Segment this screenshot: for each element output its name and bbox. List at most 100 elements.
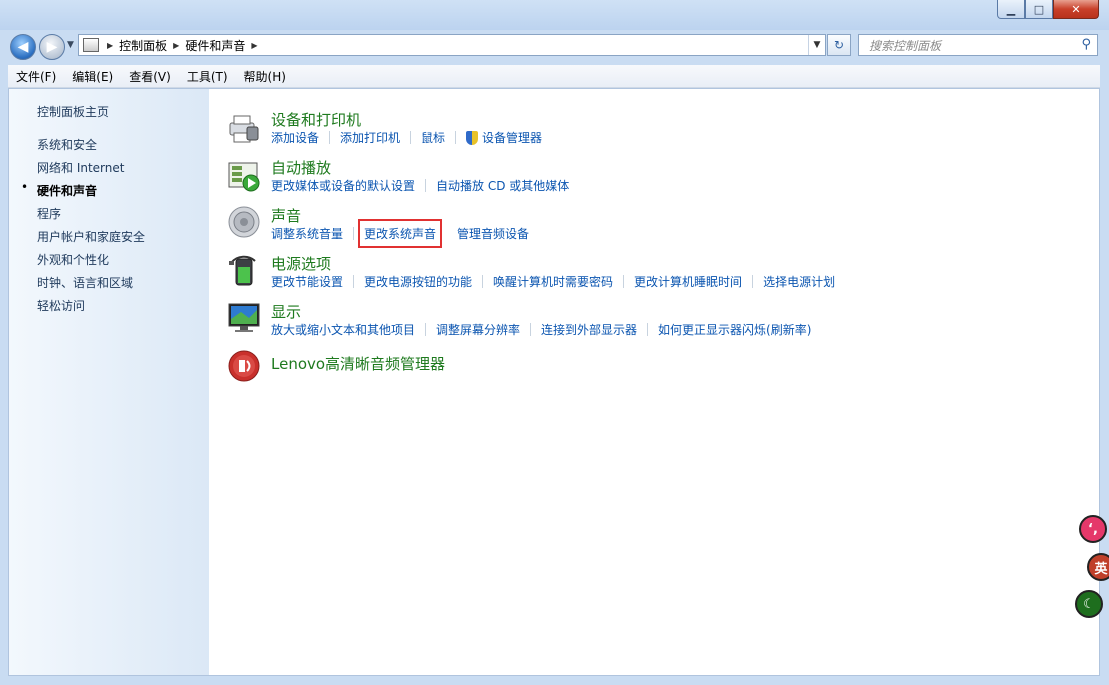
printer-icon[interactable] <box>227 111 261 145</box>
minimize-button[interactable]: ▁ <box>997 0 1025 19</box>
link-separator <box>425 323 427 336</box>
category-title-autoplay[interactable]: 自动播放 <box>271 157 331 178</box>
maximize-button[interactable]: □ <box>1025 0 1053 19</box>
quote-icon: ‘, <box>1088 521 1098 537</box>
sidebar-item-ease-of-access[interactable]: 轻松访问 <box>37 297 85 314</box>
link-separator <box>752 275 754 288</box>
category-links-devices-printers: 添加设备 添加打印机 鼠标 设备管理器 <box>271 129 542 146</box>
link-device-manager[interactable]: 设备管理器 <box>482 129 542 146</box>
ime-label: 英 <box>1094 561 1108 577</box>
sidebar-item-user-accounts[interactable]: 用户帐户和家庭安全 <box>37 228 145 245</box>
category-title-display[interactable]: 显示 <box>271 301 301 322</box>
title-bar[interactable]: ▁ □ ✕ <box>0 0 1109 30</box>
breadcrumb-hardware-sound[interactable]: 硬件和声音 <box>185 37 245 54</box>
link-separator <box>455 131 457 144</box>
category-title-sound[interactable]: 声音 <box>271 205 301 226</box>
breadcrumb-control-panel[interactable]: 控制面板 <box>119 37 167 54</box>
link-change-sleep-time[interactable]: 更改计算机睡眠时间 <box>634 273 742 290</box>
moon-icon: ☾ <box>1083 596 1095 612</box>
category-links-sound: 调整系统音量 更改系统声音 管理音频设备 <box>271 219 529 248</box>
search-box[interactable]: ⚲ <box>858 34 1098 56</box>
link-separator <box>530 323 532 336</box>
link-separator <box>623 275 625 288</box>
link-change-system-sounds[interactable]: 更改系统声音 <box>358 219 443 248</box>
ime-mode-button[interactable]: 英 <box>1087 553 1109 581</box>
link-separator <box>410 131 412 144</box>
sidebar-item-clock-region[interactable]: 时钟、语言和区域 <box>37 274 133 291</box>
maximize-icon: □ <box>1033 2 1045 16</box>
battery-icon[interactable] <box>227 253 261 287</box>
address-dropdown-button[interactable]: ▼ <box>808 35 825 55</box>
search-input[interactable] <box>867 36 1071 56</box>
moon-tool-button[interactable]: ☾ <box>1075 590 1103 618</box>
emoji-tool-button[interactable]: ‘, <box>1079 515 1107 543</box>
link-power-button-function[interactable]: 更改电源按钮的功能 <box>364 273 472 290</box>
menu-help[interactable]: 帮助(H) <box>236 68 294 85</box>
sidebar-item-appearance[interactable]: 外观和个性化 <box>37 251 109 268</box>
link-change-power-saving[interactable]: 更改节能设置 <box>271 273 343 290</box>
control-panel-icon <box>83 38 99 52</box>
sidebar-item-programs[interactable]: 程序 <box>37 205 61 222</box>
menu-bar: 文件(F) 编辑(E) 查看(V) 工具(T) 帮助(H) <box>8 65 1100 88</box>
chevron-right-icon[interactable]: ▶ <box>173 41 179 50</box>
recent-pages-dropdown[interactable]: ▼ <box>67 40 74 50</box>
category-title-devices-printers[interactable]: 设备和打印机 <box>271 109 361 130</box>
link-separator <box>446 227 447 240</box>
lenovo-audio-icon[interactable] <box>227 349 261 383</box>
category-title-power[interactable]: 电源选项 <box>271 253 331 274</box>
search-icon[interactable]: ⚲ <box>1081 37 1091 52</box>
forward-arrow-icon: ▶ <box>46 39 58 55</box>
link-choose-power-plan[interactable]: 选择电源计划 <box>763 273 835 290</box>
link-adjust-volume[interactable]: 调整系统音量 <box>271 225 343 242</box>
content-area: 控制面板主页 系统和安全 网络和 Internet • 硬件和声音 程序 用户帐… <box>8 88 1100 676</box>
link-separator <box>425 179 427 192</box>
close-icon: ✕ <box>1071 2 1081 16</box>
link-separator <box>329 131 331 144</box>
category-links-autoplay: 更改媒体或设备的默认设置 自动播放 CD 或其他媒体 <box>271 177 569 194</box>
monitor-icon[interactable] <box>227 301 261 335</box>
category-links-power: 更改节能设置 更改电源按钮的功能 唤醒计算机时需要密码 更改计算机睡眠时间 选择… <box>271 273 835 290</box>
link-mouse[interactable]: 鼠标 <box>421 129 445 146</box>
minimize-icon: ▁ <box>1006 2 1016 16</box>
window-controls: ▁ □ ✕ <box>997 0 1099 20</box>
left-navigation-pane: 控制面板主页 系统和安全 网络和 Internet • 硬件和声音 程序 用户帐… <box>9 89 209 675</box>
refresh-icon: ↻ <box>833 38 845 52</box>
autoplay-icon[interactable] <box>227 159 261 193</box>
sidebar-item-home[interactable]: 控制面板主页 <box>37 103 109 120</box>
menu-view[interactable]: 查看(V) <box>121 68 179 85</box>
sidebar-item-network[interactable]: 网络和 Internet <box>37 159 124 176</box>
link-external-display[interactable]: 连接到外部显示器 <box>541 321 637 338</box>
active-bullet: • <box>21 180 29 194</box>
link-separator <box>482 275 484 288</box>
address-bar[interactable]: ▶ 控制面板 ▶ 硬件和声音 ▶ ▼ <box>78 34 826 56</box>
link-fix-flicker[interactable]: 如何更正显示器闪烁(刷新率) <box>658 321 811 338</box>
link-manage-audio-devices[interactable]: 管理音频设备 <box>457 225 529 242</box>
control-panel-window: ▁ □ ✕ ◀ ▶ ▼ ▶ 控制面板 ▶ 硬件和声音 ▶ ▼ ↻ ⚲ 文件(F)… <box>0 0 1109 685</box>
link-text-size[interactable]: 放大或缩小文本和其他项目 <box>271 321 415 338</box>
sidebar-item-hardware-sound: 硬件和声音 <box>37 184 98 198</box>
sidebar-item-system-security[interactable]: 系统和安全 <box>37 136 97 153</box>
close-button[interactable]: ✕ <box>1053 0 1099 19</box>
link-separator <box>353 227 355 240</box>
link-separator <box>353 275 355 288</box>
chevron-right-icon[interactable]: ▶ <box>107 41 113 50</box>
back-button[interactable]: ◀ <box>10 34 36 60</box>
address-row: ◀ ▶ ▼ ▶ 控制面板 ▶ 硬件和声音 ▶ ▼ ↻ ⚲ <box>0 30 1109 62</box>
menu-tools[interactable]: 工具(T) <box>179 68 236 85</box>
link-screen-resolution[interactable]: 调整屏幕分辨率 <box>436 321 520 338</box>
uac-shield-icon <box>466 130 479 145</box>
link-change-default-media[interactable]: 更改媒体或设备的默认设置 <box>271 177 415 194</box>
link-separator <box>647 323 649 336</box>
menu-file[interactable]: 文件(F) <box>8 68 64 85</box>
link-add-printer[interactable]: 添加打印机 <box>340 129 400 146</box>
chevron-right-icon[interactable]: ▶ <box>251 41 257 50</box>
speaker-icon[interactable] <box>227 205 261 239</box>
main-pane: 设备和打印机 添加设备 添加打印机 鼠标 设备管理器 自动播放 更改媒体或设备的… <box>219 89 1099 675</box>
refresh-button[interactable]: ↻ <box>827 34 851 56</box>
link-autoplay-cd[interactable]: 自动播放 CD 或其他媒体 <box>436 177 569 194</box>
link-add-device[interactable]: 添加设备 <box>271 129 319 146</box>
link-require-password-wake[interactable]: 唤醒计算机时需要密码 <box>493 273 613 290</box>
forward-button[interactable]: ▶ <box>39 34 65 60</box>
category-title-lenovo-audio[interactable]: Lenovo高清晰音频管理器 <box>271 353 445 374</box>
menu-edit[interactable]: 编辑(E) <box>64 68 121 85</box>
